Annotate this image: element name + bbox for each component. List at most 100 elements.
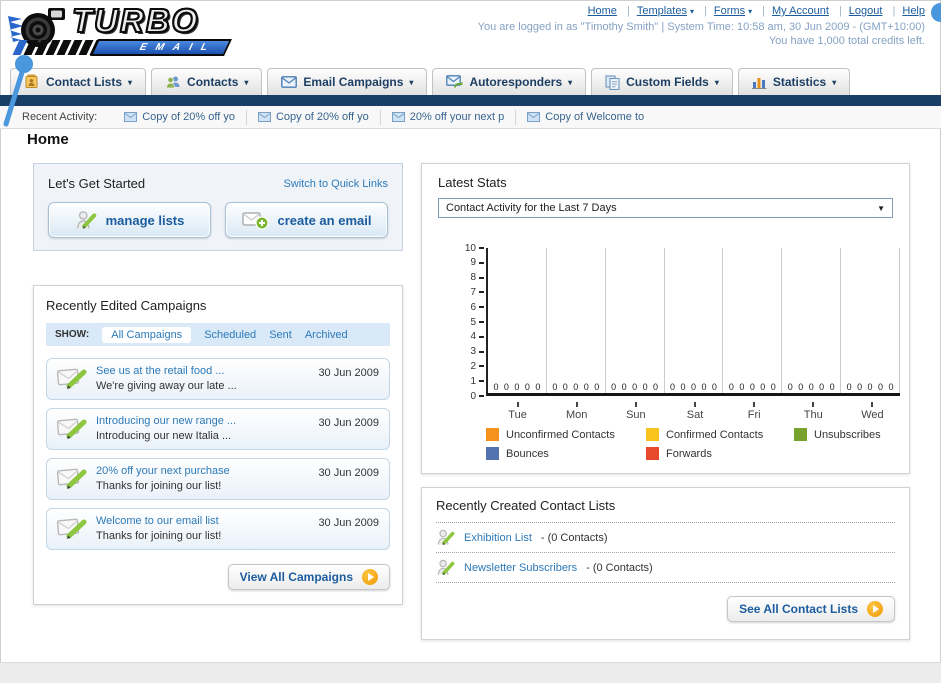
data-label: 0 xyxy=(621,382,627,392)
arrow-right-icon xyxy=(362,569,378,585)
legend-swatch xyxy=(486,447,499,460)
x-axis-label: Sat xyxy=(665,402,724,421)
recent-activity-bar: Recent Activity: Copy of 20% off yo Copy… xyxy=(0,106,941,129)
y-axis-tick: 2 xyxy=(470,360,484,372)
campaign-title-link[interactable]: See us at the retail food ... xyxy=(96,365,309,377)
legend-swatch xyxy=(646,428,659,441)
filter-sent[interactable]: Sent xyxy=(269,329,292,341)
data-label: 0 xyxy=(552,382,558,392)
data-label: 0 xyxy=(642,382,648,392)
chart-group: 00000 xyxy=(841,248,901,393)
data-label: 0 xyxy=(888,382,894,392)
turbo-email-app: TURBO EMAIL Home Templates▾ Forms▾ My Ac… xyxy=(0,0,941,683)
main-tabs: Contact Lists ▾ Contacts ▾ Email Campaig… xyxy=(10,68,851,95)
data-label: 0 xyxy=(787,382,793,392)
tab-statistics[interactable]: Statistics ▾ xyxy=(737,68,851,95)
filter-all-campaigns[interactable]: All Campaigns xyxy=(102,326,192,343)
campaign-row[interactable]: See us at the retail food ... We're givi… xyxy=(46,358,390,400)
campaign-row[interactable]: Welcome to our email list Thanks for joi… xyxy=(46,508,390,550)
envelope-plus-icon xyxy=(241,212,269,230)
envelope-icon xyxy=(257,112,271,122)
chevron-down-icon: ▾ xyxy=(409,77,414,87)
data-label: 0 xyxy=(514,382,520,392)
view-all-campaigns-button[interactable]: View All Campaigns xyxy=(227,564,390,590)
filter-archived[interactable]: Archived xyxy=(305,329,348,341)
data-label: 0 xyxy=(739,382,745,392)
contact-lists-panel: Recently Created Contact Lists Exhibitio… xyxy=(421,487,910,640)
filter-scheduled[interactable]: Scheduled xyxy=(204,329,256,341)
data-label: 0 xyxy=(611,382,617,392)
campaign-subtitle: Thanks for joining our list! xyxy=(96,480,222,492)
recent-activity-item[interactable]: Copy of 20% off yo xyxy=(245,109,380,125)
contact-list-link[interactable]: Exhibition List xyxy=(464,532,532,544)
recent-activity-item[interactable]: Copy of 20% off yo xyxy=(113,110,246,125)
tab-contacts[interactable]: Contacts ▾ xyxy=(151,68,263,95)
tab-autoresponders[interactable]: Autoresponders ▾ xyxy=(432,68,587,95)
logo-subtitle: EMAIL xyxy=(137,42,219,53)
annotation-pin-right xyxy=(931,3,941,22)
data-label: 0 xyxy=(493,382,499,392)
nav-item-home[interactable]: Home xyxy=(588,5,617,17)
campaign-title-link[interactable]: 20% off your next purchase xyxy=(96,465,309,477)
statistics-icon xyxy=(751,78,767,89)
chart-group: 00000 xyxy=(606,248,665,393)
campaign-subtitle: We're giving away our late ... xyxy=(96,380,237,392)
tab-email-campaigns[interactable]: Email Campaigns ▾ xyxy=(267,68,428,95)
contact-list-item[interactable]: Exhibition List - (0 Contacts) xyxy=(436,523,895,553)
contact-lists-title: Recently Created Contact Lists xyxy=(436,498,895,523)
person-pencil-icon xyxy=(437,529,455,546)
nav-item-forms[interactable]: Forms▾ xyxy=(697,5,752,17)
show-label: SHOW: xyxy=(55,329,90,340)
stats-report-dropdown[interactable]: Contact Activity for the Last 7 Days ▼ xyxy=(438,198,893,218)
contact-list-count: - (0 Contacts) xyxy=(586,561,653,574)
recent-activity-item[interactable]: Copy of Welcome to xyxy=(515,109,655,125)
data-label: 0 xyxy=(798,382,804,392)
campaign-title-link[interactable]: Welcome to our email list xyxy=(96,515,309,527)
data-label: 0 xyxy=(583,382,589,392)
x-axis-label: Tue xyxy=(488,402,547,421)
chart-group: 00000 xyxy=(547,248,606,393)
campaign-row[interactable]: Introducing our new range ... Introducin… xyxy=(46,408,390,450)
switch-quick-links-link[interactable]: Switch to Quick Links xyxy=(283,178,388,190)
contact-list-link[interactable]: Newsletter Subscribers xyxy=(464,562,577,574)
tab-custom-fields[interactable]: Custom Fields ▾ xyxy=(591,68,733,95)
chevron-down-icon: ▾ xyxy=(568,77,573,87)
legend-swatch xyxy=(646,447,659,460)
y-axis-tick: 10 xyxy=(465,242,484,254)
y-axis-tick: 9 xyxy=(470,257,484,269)
nav-item-my-account[interactable]: My Account xyxy=(755,5,829,17)
chart-group: 00000 xyxy=(665,248,724,393)
x-axis-label: Wed xyxy=(843,402,902,421)
campaign-date: 30 Jun 2009 xyxy=(318,417,379,429)
data-label: 0 xyxy=(653,382,659,392)
legend-item: Unconfirmed Contacts xyxy=(486,428,646,441)
data-label: 0 xyxy=(562,382,568,392)
contacts-icon xyxy=(166,76,180,89)
top-nav: Home Templates▾ Forms▾ My Account Logout… xyxy=(588,5,925,17)
data-label: 0 xyxy=(770,382,776,392)
nav-item-templates[interactable]: Templates▾ xyxy=(620,5,694,17)
recent-activity-item[interactable]: 20% off your next p xyxy=(379,109,516,125)
login-status: You are logged in as "Timothy Smith" | S… xyxy=(477,21,925,33)
chart-group: 00000 xyxy=(782,248,842,393)
latest-stats-title: Latest Stats xyxy=(438,175,507,190)
contact-list-item[interactable]: Newsletter Subscribers - (0 Contacts) xyxy=(436,553,895,583)
chart-group: 00000 xyxy=(488,248,547,393)
envelope-pencil-icon xyxy=(57,468,87,489)
campaign-title-link[interactable]: Introducing our new range ... xyxy=(96,415,309,427)
legend-item: Bounces xyxy=(486,447,646,460)
campaign-row[interactable]: 20% off your next purchase Thanks for jo… xyxy=(46,458,390,500)
envelope-icon xyxy=(124,112,138,122)
x-axis-label: Thu xyxy=(784,402,843,421)
chevron-down-icon: ▾ xyxy=(128,77,133,87)
nav-item-help[interactable]: Help xyxy=(886,5,925,17)
manage-lists-button[interactable]: manage lists xyxy=(48,202,211,238)
nav-item-logout[interactable]: Logout xyxy=(832,5,883,17)
campaigns-panel-title: Recently Edited Campaigns xyxy=(46,298,207,313)
create-email-button[interactable]: create an email xyxy=(225,202,388,238)
turbo-email-logo[interactable]: TURBO EMAIL xyxy=(6,1,256,62)
x-axis-label: Sun xyxy=(606,402,665,421)
see-all-contact-lists-button[interactable]: See All Contact Lists xyxy=(727,596,895,622)
data-label: 0 xyxy=(632,382,638,392)
autoresponders-icon xyxy=(446,75,463,88)
